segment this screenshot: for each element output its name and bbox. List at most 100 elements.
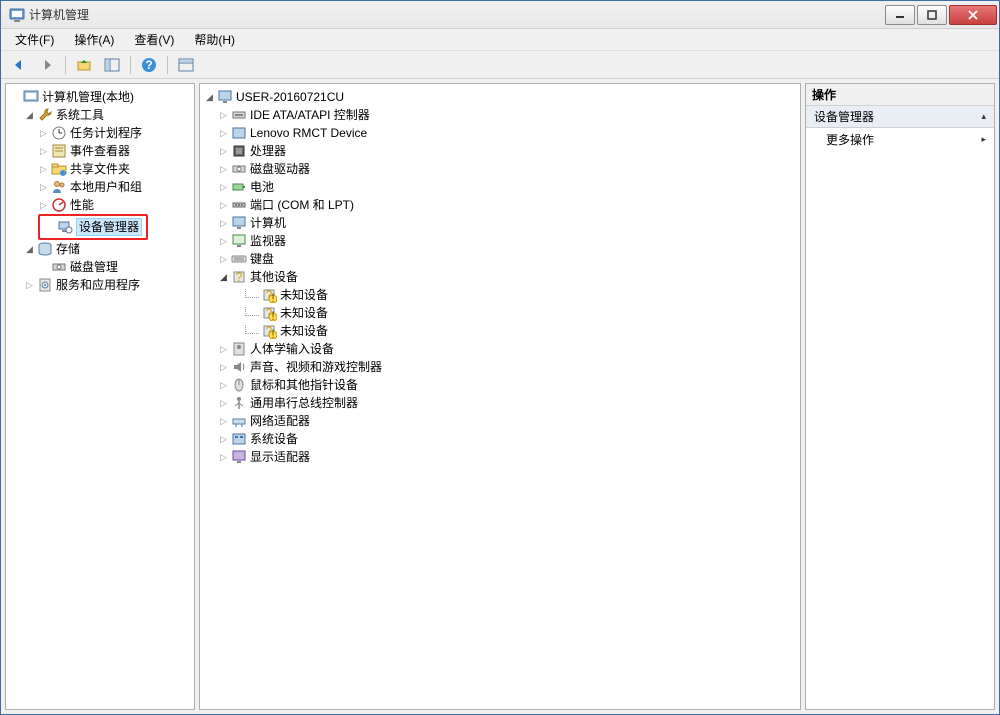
- toolbar-separator: [65, 56, 66, 74]
- expander-icon[interactable]: ▷: [218, 110, 229, 121]
- expander-icon[interactable]: ▷: [218, 146, 229, 157]
- tree-item-performance[interactable]: ▷ 性能: [6, 196, 192, 214]
- tree-label: 磁盘管理: [70, 259, 118, 275]
- tree-item-task-scheduler[interactable]: ▷ 任务计划程序: [6, 124, 192, 142]
- tree-item-local-users[interactable]: ▷ 本地用户和组: [6, 178, 192, 196]
- expander-icon[interactable]: ▷: [218, 164, 229, 175]
- expander-icon[interactable]: ◢: [204, 92, 215, 103]
- device-manager-icon: [57, 219, 73, 235]
- tree-group-storage[interactable]: ◢ 存储: [6, 240, 192, 258]
- storage-icon: [37, 241, 53, 257]
- tree-label: 端口 (COM 和 LPT): [250, 197, 354, 213]
- expander-icon[interactable]: ▷: [38, 128, 49, 139]
- expander-icon[interactable]: ▷: [218, 236, 229, 247]
- window-title: 计算机管理: [29, 6, 883, 23]
- actions-item-label: 更多操作: [826, 131, 874, 148]
- device-category[interactable]: ▷ 端口 (COM 和 LPT): [200, 196, 798, 214]
- expander-icon[interactable]: ▷: [218, 200, 229, 211]
- tree-item-device-manager[interactable]: ▷ 设备管理器: [44, 218, 142, 236]
- expander-icon[interactable]: ▷: [218, 344, 229, 355]
- expander-icon[interactable]: ▷: [218, 416, 229, 427]
- device-category[interactable]: ▷ 监视器: [200, 232, 798, 250]
- expander-icon[interactable]: ▷: [38, 164, 49, 175]
- expander-icon[interactable]: ▷: [218, 452, 229, 463]
- device-category[interactable]: ▷通用串行总线控制器: [200, 394, 798, 412]
- device-category[interactable]: ▷ 计算机: [200, 214, 798, 232]
- device-category[interactable]: ▷键盘: [200, 250, 798, 268]
- tree-label: 监视器: [250, 233, 286, 249]
- close-button[interactable]: [949, 5, 997, 25]
- expander-icon[interactable]: ◢: [218, 272, 229, 283]
- device-category[interactable]: ▷人体学输入设备: [200, 340, 798, 358]
- up-folder-button[interactable]: [72, 54, 96, 76]
- device-category[interactable]: ◢?其他设备: [200, 268, 798, 286]
- menu-file[interactable]: 文件(F): [7, 29, 62, 50]
- show-hide-tree-button[interactable]: [100, 54, 124, 76]
- tree-item-shared-folders[interactable]: ▷ 共享文件夹: [6, 160, 192, 178]
- device-category[interactable]: ▷Lenovo RMCT Device: [200, 124, 798, 142]
- tree-item-event-viewer[interactable]: ▷ 事件查看器: [6, 142, 192, 160]
- device-category[interactable]: ▷ 系统设备: [200, 430, 798, 448]
- device-category[interactable]: ▷电池: [200, 178, 798, 196]
- tree-label: 计算机: [250, 215, 286, 231]
- device-category[interactable]: ▷ 声音、视频和游戏控制器: [200, 358, 798, 376]
- device-tree[interactable]: ◢ USER-20160721CU ▷ IDE ATA/ATAPI 控制器▷Len…: [200, 84, 800, 470]
- tree-label: IDE ATA/ATAPI 控制器: [250, 107, 370, 123]
- expander-icon[interactable]: ▷: [38, 182, 49, 193]
- tree-item-disk-mgmt[interactable]: ▷ 磁盘管理: [6, 258, 192, 276]
- expander-icon[interactable]: ▷: [218, 434, 229, 445]
- maximize-button[interactable]: [917, 5, 947, 25]
- navigation-tree[interactable]: 计算机管理(本地) ◢ 系统工具 ▷ 任务计划程序 ▷ 事件查看器: [6, 84, 194, 298]
- expander-icon[interactable]: ▷: [218, 380, 229, 391]
- expander-icon[interactable]: ▷: [38, 200, 49, 211]
- tree-label: 系统工具: [56, 107, 104, 123]
- unknown-device-icon: ?!: [261, 287, 277, 303]
- expander-icon[interactable]: ▷: [218, 218, 229, 229]
- expander-icon[interactable]: ▷: [218, 362, 229, 373]
- monitor-icon: [231, 233, 247, 249]
- expander-icon[interactable]: ▷: [218, 398, 229, 409]
- toolbar-separator: [167, 56, 168, 74]
- device-category[interactable]: ▷处理器: [200, 142, 798, 160]
- tree-group-system-tools[interactable]: ◢ 系统工具: [6, 106, 192, 124]
- tree-label: 未知设备: [280, 305, 328, 321]
- device-item-unknown[interactable]: ?!未知设备: [200, 322, 798, 340]
- device-item-unknown[interactable]: ?!未知设备: [200, 286, 798, 304]
- minimize-button[interactable]: [885, 5, 915, 25]
- tree-root[interactable]: 计算机管理(本地): [6, 88, 192, 106]
- title-bar: 计算机管理: [1, 1, 999, 29]
- device-category[interactable]: ▷磁盘驱动器: [200, 160, 798, 178]
- tree-label: 共享文件夹: [70, 161, 130, 177]
- actions-panel: 操作 设备管理器 ▴ 更多操作 ▸: [805, 83, 995, 710]
- expander-icon[interactable]: ▷: [218, 182, 229, 193]
- device-category[interactable]: ▷鼠标和其他指针设备: [200, 376, 798, 394]
- disk-mgmt-icon: [51, 259, 67, 275]
- expander-icon[interactable]: ▷: [38, 146, 49, 157]
- menu-action[interactable]: 操作(A): [66, 29, 122, 50]
- help-button[interactable]: ?: [137, 54, 161, 76]
- device-category[interactable]: ▷显示适配器: [200, 448, 798, 466]
- back-button[interactable]: [7, 54, 31, 76]
- svg-text:!: !: [271, 291, 274, 303]
- device-category[interactable]: ▷ IDE ATA/ATAPI 控制器: [200, 106, 798, 124]
- device-root[interactable]: ◢ USER-20160721CU: [200, 88, 798, 106]
- menu-help[interactable]: 帮助(H): [186, 29, 243, 50]
- expander-icon[interactable]: ◢: [24, 244, 35, 255]
- expander-icon[interactable]: ▷: [24, 280, 35, 291]
- battery-icon: [231, 179, 247, 195]
- forward-button[interactable]: [35, 54, 59, 76]
- menu-view[interactable]: 查看(V): [126, 29, 182, 50]
- expander-icon[interactable]: ▷: [218, 128, 229, 139]
- tree-label: 声音、视频和游戏控制器: [250, 359, 382, 375]
- expander-icon[interactable]: ◢: [24, 110, 35, 121]
- device-category[interactable]: ▷网络适配器: [200, 412, 798, 430]
- mouse-icon: [231, 377, 247, 393]
- device-item-unknown[interactable]: ?!未知设备: [200, 304, 798, 322]
- actions-section[interactable]: 设备管理器 ▴: [806, 106, 994, 128]
- tree-label: 系统设备: [250, 431, 298, 447]
- actions-more[interactable]: 更多操作 ▸: [806, 128, 994, 150]
- expander-icon[interactable]: ▷: [218, 254, 229, 265]
- ide-icon: [231, 107, 247, 123]
- properties-button[interactable]: [174, 54, 198, 76]
- tree-group-services[interactable]: ▷ 服务和应用程序: [6, 276, 192, 294]
